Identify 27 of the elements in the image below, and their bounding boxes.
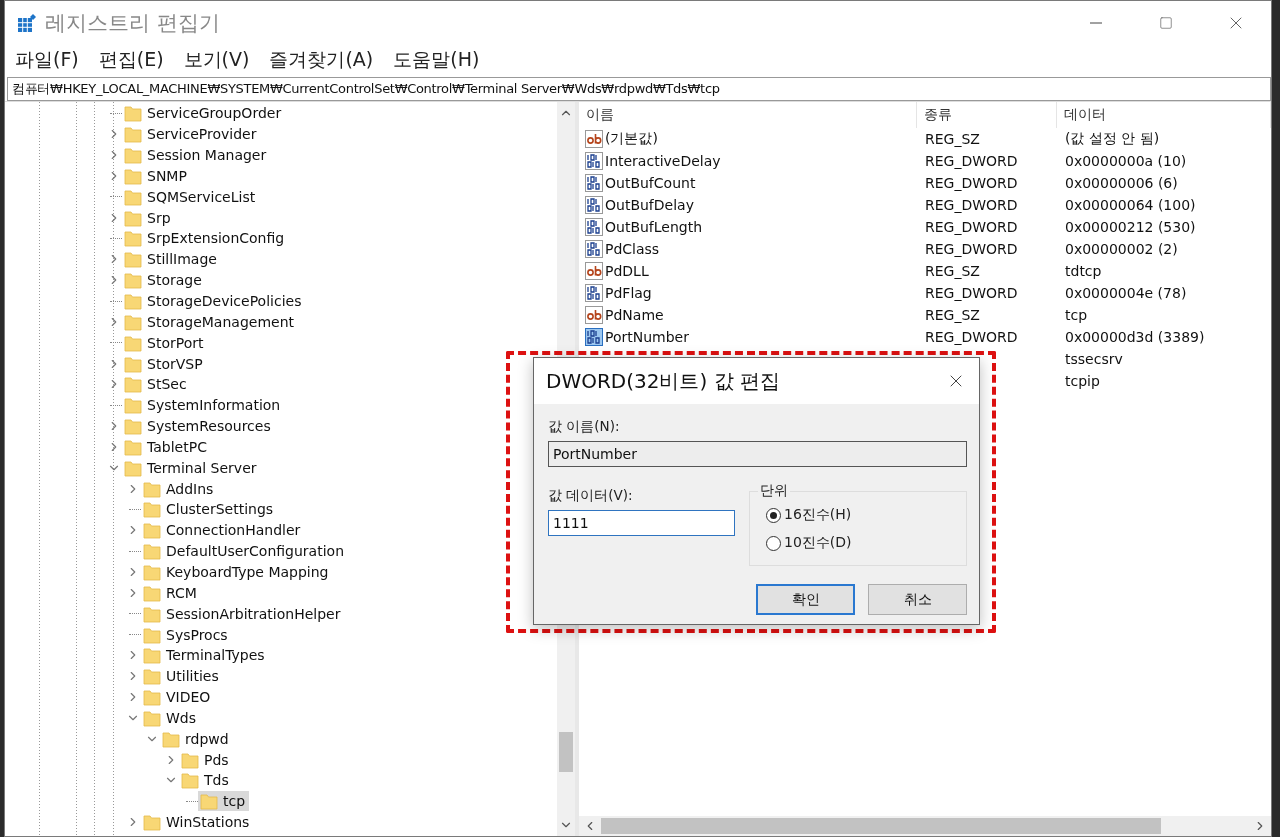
value-data: 0x00000212 (530) — [1064, 219, 1197, 235]
value-data: 0x0000004e (78) — [1064, 285, 1188, 301]
value-type: REG_DWORD — [924, 219, 1019, 235]
value-data: 0x00000d3d (3389) — [1064, 329, 1206, 345]
value-type: REG_SZ — [924, 131, 981, 147]
field-label: 값 이름(N): — [548, 418, 621, 436]
value-data: (값 설정 안 됨) — [1064, 130, 1161, 148]
value-type: REG_DWORD — [924, 329, 1019, 345]
value-data: tssecsrv — [1064, 351, 1124, 367]
value-data: tcp — [1064, 307, 1089, 323]
value-type: REG_DWORD — [924, 175, 1019, 191]
field-label: 값 데이터(V): — [548, 487, 634, 505]
value-data: tdtcp — [1064, 263, 1103, 279]
value-type: REG_DWORD — [924, 153, 1019, 169]
group-label: 단위 — [758, 482, 790, 500]
value-data: 0x00000006 (6) — [1064, 175, 1179, 191]
value-type: REG_DWORD — [924, 241, 1019, 257]
value-type: REG_SZ — [924, 263, 981, 279]
value-type: REG_SZ — [924, 307, 981, 323]
value-data: 0x00000064 (100) — [1064, 197, 1197, 213]
value-data: 0x0000000a (10) — [1064, 153, 1188, 169]
value-type: REG_DWORD — [924, 285, 1019, 301]
value-type: REG_DWORD — [924, 197, 1019, 213]
window-title: 레지스트리 편집기 — [45, 10, 221, 37]
value-data: 0x00000002 (2) — [1064, 241, 1179, 257]
value-data: tcpip — [1064, 373, 1101, 389]
dialog-title: DWORD(32비트) 값 편집 — [546, 367, 781, 395]
